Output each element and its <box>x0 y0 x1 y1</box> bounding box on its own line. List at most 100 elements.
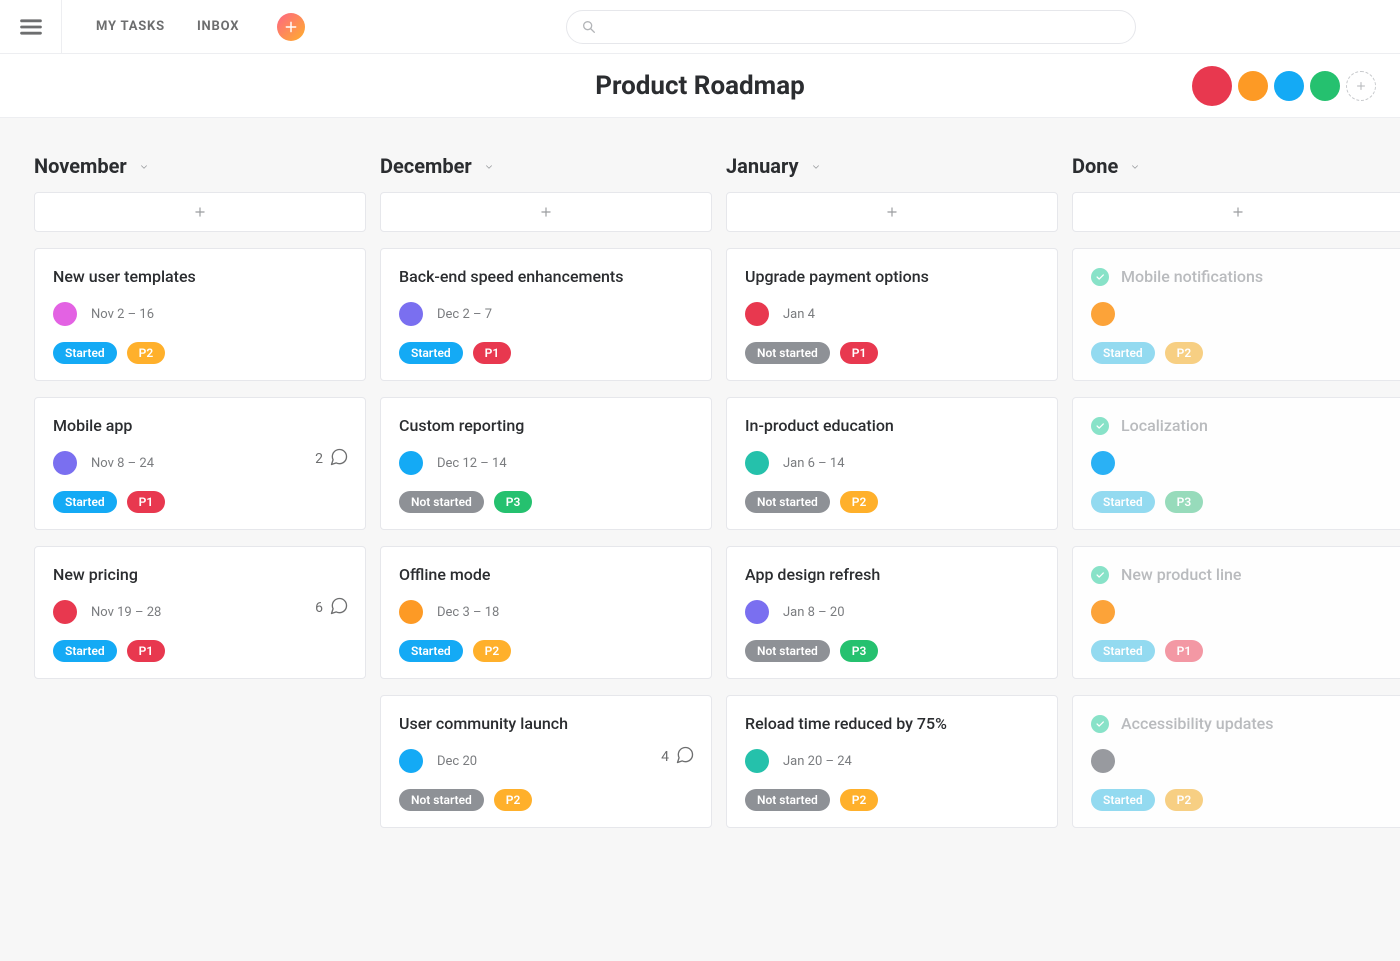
status-badge: Started <box>1091 640 1155 662</box>
status-badge: Started <box>53 491 117 513</box>
add-card-button[interactable] <box>34 192 366 232</box>
comment-count[interactable]: 6 <box>315 596 349 620</box>
priority-badge: P1 <box>127 491 166 513</box>
task-card[interactable]: Accessibility updatesStartedP2 <box>1072 695 1400 828</box>
card-date: Nov 2 – 16 <box>91 307 154 322</box>
board: November New user templatesNov 2 – 16Star… <box>0 118 1400 828</box>
priority-badge: P2 <box>127 342 166 364</box>
task-card[interactable]: Reload time reduced by 75%Jan 20 – 24Not… <box>726 695 1058 828</box>
avatar <box>399 749 423 773</box>
card-date: Dec 20 <box>437 754 477 769</box>
card-title: New product line <box>1121 565 1242 584</box>
task-card[interactable]: New product line Started P1 <box>1072 546 1400 679</box>
avatar <box>1091 451 1115 475</box>
chevron-down-icon <box>811 157 821 176</box>
card-date: Jan 20 – 24 <box>783 754 852 769</box>
chevron-down-icon <box>484 157 494 176</box>
card-title: In-product education <box>745 416 1039 435</box>
comment-number: 6 <box>315 600 323 616</box>
nav-inbox[interactable]: INBOX <box>197 19 239 34</box>
title-bar: Product Roadmap <box>0 54 1400 118</box>
avatar <box>399 451 423 475</box>
card-title: Custom reporting <box>399 416 693 435</box>
search-icon <box>581 19 597 35</box>
column-header[interactable]: January <box>726 146 1058 186</box>
task-card[interactable]: Back-end speed enhancements Dec 2 – 7 Star… <box>380 248 712 381</box>
column-header[interactable]: December <box>380 146 712 186</box>
search[interactable] <box>566 10 1136 44</box>
priority-badge: P3 <box>494 491 533 513</box>
task-card[interactable]: User community launchDec 204Not startedP… <box>380 695 712 828</box>
priority-badge: P2 <box>473 640 512 662</box>
card-date: Jan 4 <box>783 307 815 322</box>
search-wrap <box>325 10 1376 44</box>
priority-badge: P3 <box>840 640 879 662</box>
card-date: Dec 2 – 7 <box>437 307 492 322</box>
task-card[interactable]: LocalizationStartedP3 <box>1072 397 1400 530</box>
column-header[interactable]: November <box>34 146 366 186</box>
card-date: Jan 6 – 14 <box>783 456 845 471</box>
add-card-button[interactable] <box>726 192 1058 232</box>
menu-toggle[interactable] <box>0 0 62 54</box>
comment-icon <box>329 596 349 620</box>
plus-icon <box>284 20 298 34</box>
task-card[interactable]: Custom reportingDec 12 – 14Not startedP3 <box>380 397 712 530</box>
add-card-button[interactable] <box>1072 192 1400 232</box>
priority-badge: P1 <box>840 342 879 364</box>
search-input[interactable] <box>605 18 1121 36</box>
status-badge: Not started <box>745 640 830 662</box>
status-badge: Started <box>53 640 117 662</box>
card-title: User community launch <box>399 714 693 733</box>
comment-number: 4 <box>661 749 669 765</box>
task-card[interactable]: Mobile app Nov 8 – 24 2 Started P1 <box>34 397 366 530</box>
status-badge: Not started <box>745 491 830 513</box>
status-badge: Not started <box>399 491 484 513</box>
column-title: January <box>726 154 799 178</box>
task-card[interactable]: Offline modeDec 3 – 18StartedP2 <box>380 546 712 679</box>
add-card-button[interactable] <box>380 192 712 232</box>
task-card[interactable]: App design refreshJan 8 – 20Not startedP… <box>726 546 1058 679</box>
avatar <box>1091 302 1115 326</box>
avatar[interactable] <box>1238 71 1268 101</box>
nav-links: MY TASKS INBOX <box>62 19 239 34</box>
plus-icon <box>1355 80 1367 92</box>
chevron-down-icon <box>139 157 149 176</box>
check-circle-icon <box>1091 715 1109 733</box>
add-member-button[interactable] <box>1346 71 1376 101</box>
task-card[interactable]: In-product education Jan 6 – 14 Not starte… <box>726 397 1058 530</box>
priority-badge: P2 <box>1165 789 1204 811</box>
nav-my-tasks[interactable]: MY TASKS <box>96 19 165 34</box>
card-date: Nov 8 – 24 <box>91 456 154 471</box>
task-card[interactable]: New user templatesNov 2 – 16StartedP2 <box>34 248 366 381</box>
avatar <box>745 600 769 624</box>
check-circle-icon <box>1091 566 1109 584</box>
comment-count[interactable]: 2 <box>315 447 349 471</box>
comment-count[interactable]: 4 <box>661 745 695 769</box>
priority-badge: P1 <box>1165 640 1204 662</box>
column-header[interactable]: Done <box>1072 146 1400 186</box>
avatar[interactable] <box>1274 71 1304 101</box>
card-title: Mobile app <box>53 416 347 435</box>
priority-badge: P3 <box>1165 491 1204 513</box>
column-title: November <box>34 154 127 178</box>
avatar[interactable] <box>1310 71 1340 101</box>
comment-icon <box>675 745 695 769</box>
column: January Upgrade payment optionsJan 4Not s… <box>726 146 1058 828</box>
task-card[interactable]: Upgrade payment optionsJan 4Not startedP… <box>726 248 1058 381</box>
avatar <box>745 749 769 773</box>
priority-badge: P2 <box>840 491 879 513</box>
task-card[interactable]: New pricingNov 19 – 286StartedP1 <box>34 546 366 679</box>
column-title: December <box>380 154 472 178</box>
check-circle-icon <box>1091 417 1109 435</box>
avatar[interactable] <box>1192 66 1232 106</box>
page-title: Product Roadmap <box>595 71 805 101</box>
card-title: Back-end speed enhancements <box>399 267 693 286</box>
comment-number: 2 <box>315 451 323 467</box>
avatar <box>399 302 423 326</box>
task-card[interactable]: Mobile notificationsStartedP2 <box>1072 248 1400 381</box>
avatar <box>53 600 77 624</box>
status-badge: Started <box>399 342 463 364</box>
card-title: New pricing <box>53 565 347 584</box>
quick-add-button[interactable] <box>277 13 305 41</box>
priority-badge: P1 <box>127 640 166 662</box>
